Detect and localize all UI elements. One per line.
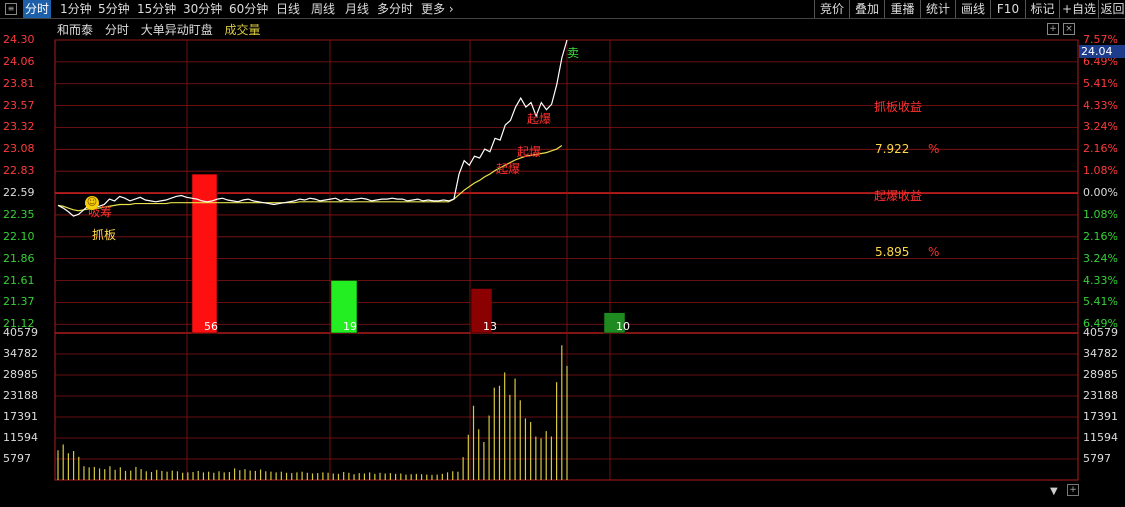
percent-tick-label: 0.00% bbox=[1083, 186, 1118, 200]
volume-tick-label: 11594 bbox=[3, 431, 38, 444]
percent-tick-label: 5.41% bbox=[1083, 76, 1118, 90]
scroll-down-icon[interactable]: ▼ bbox=[1050, 486, 1058, 497]
price-tick-label: 24.06 bbox=[3, 54, 35, 68]
expand-icon[interactable]: + bbox=[1067, 484, 1079, 496]
volume-tick-label: 23188 bbox=[3, 389, 38, 402]
board-income-unit: % bbox=[928, 142, 940, 156]
volume-tick-label: 40579 bbox=[1083, 326, 1118, 339]
board-income-value: 7.922 bbox=[875, 142, 910, 156]
big-order-bar bbox=[191, 173, 218, 334]
volume-tick-label: 5797 bbox=[3, 452, 31, 465]
volume-tick-label: 34782 bbox=[1083, 347, 1118, 360]
intraday-chart: 56 19 13 10 bbox=[54, 39, 1079, 481]
average-price-line bbox=[57, 144, 563, 212]
volume-tick-label: 34782 bbox=[3, 347, 38, 360]
percent-tick-label: 4.33% bbox=[1083, 98, 1118, 112]
price-tick-label: 23.81 bbox=[3, 76, 35, 90]
percent-tick-label: 1.08% bbox=[1083, 164, 1118, 178]
explode-income-unit: % bbox=[928, 245, 940, 259]
price-tick-label: 22.35 bbox=[3, 207, 35, 221]
volume-tick-label: 11594 bbox=[1083, 431, 1118, 444]
price-tick-label: 22.59 bbox=[3, 186, 35, 200]
price-tick-label: 24.30 bbox=[3, 33, 35, 46]
price-tick-label: 21.86 bbox=[3, 251, 35, 265]
catch-board-signal: 抓板 bbox=[92, 228, 117, 242]
big-order-label: 56 bbox=[204, 320, 218, 333]
percent-tick-label: 2.16% bbox=[1083, 142, 1118, 156]
percent-tick-label: 3.24% bbox=[1083, 120, 1118, 134]
explode-income-label: 起爆收益 bbox=[874, 189, 923, 203]
volume-tick-label: 5797 bbox=[1083, 452, 1111, 465]
volume-tick-label: 17391 bbox=[3, 410, 38, 423]
price-tick-label: 23.32 bbox=[3, 120, 35, 134]
price-line bbox=[57, 39, 568, 217]
volume-tick-label: 23188 bbox=[1083, 389, 1118, 402]
percent-tick-label: 5.41% bbox=[1083, 295, 1118, 309]
volume-tick-label: 28985 bbox=[3, 368, 38, 381]
explode-signal-2: 起爆 bbox=[517, 145, 542, 159]
big-order-label: 13 bbox=[483, 320, 497, 333]
big-order-label: 19 bbox=[343, 320, 357, 333]
percent-tick-label: 4.33% bbox=[1083, 273, 1118, 287]
percent-tick-label: 3.24% bbox=[1083, 251, 1118, 265]
sell-signal: 卖 bbox=[567, 46, 580, 60]
volume-tick-label: 28985 bbox=[1083, 368, 1118, 381]
board-income-label: 抓板收益 bbox=[874, 100, 923, 114]
percent-tick-label: 1.08% bbox=[1083, 207, 1118, 221]
volume-tick-label: 40579 bbox=[3, 326, 38, 339]
big-order-label: 10 bbox=[616, 320, 630, 333]
price-tick-label: 23.08 bbox=[3, 142, 35, 156]
explode-income-value: 5.895 bbox=[875, 245, 910, 259]
price-tick-label: 22.10 bbox=[3, 229, 35, 243]
price-tick-label: 22.83 bbox=[3, 164, 35, 178]
explode-signal-3: 起爆 bbox=[496, 162, 521, 176]
price-tick-label: 23.57 bbox=[3, 98, 35, 112]
percent-tick-label: 2.16% bbox=[1083, 229, 1118, 243]
price-tick-label: 21.61 bbox=[3, 273, 35, 287]
smiley-icon: ☺ bbox=[85, 196, 99, 210]
explode-signal-1: 起爆 bbox=[527, 112, 552, 126]
current-price-tag: 24.04 bbox=[1079, 45, 1125, 58]
price-tick-label: 21.37 bbox=[3, 295, 35, 309]
volume-tick-label: 17391 bbox=[1083, 410, 1118, 423]
